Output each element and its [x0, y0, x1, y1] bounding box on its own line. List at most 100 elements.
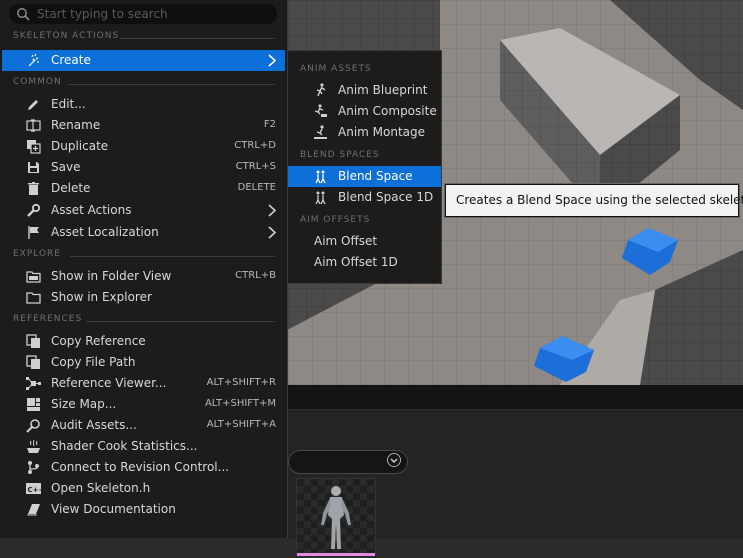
svg-text:C++: C++ [28, 486, 42, 494]
menu-item-duplicate[interactable]: Duplicate CTRL+D [2, 136, 285, 157]
section-header-explore: EXPLORE [13, 249, 61, 259]
create-icon [28, 53, 39, 67]
reference-viewer-icon [26, 377, 41, 390]
menu-item-label: Connect to Revision Control... [51, 460, 230, 474]
anim-composite-icon [314, 104, 327, 117]
shortcut-label: CTRL+B [235, 270, 276, 281]
search-icon [17, 8, 30, 21]
submenu-item-label: Blend Space [338, 169, 413, 183]
submenu-item-aim-offset-1d[interactable]: Aim Offset 1D [288, 252, 441, 273]
menu-item-label: Asset Actions [51, 203, 132, 217]
menu-item-label: Delete [51, 181, 91, 195]
asset-type-bar [297, 553, 375, 556]
search-input[interactable] [37, 5, 267, 23]
submenu-item-label: Anim Blueprint [338, 83, 428, 97]
flag-icon [28, 226, 39, 239]
section-header-common: COMMON [13, 77, 62, 87]
menu-item-label: Rename [51, 118, 101, 132]
menu-item-connect-revision-control[interactable]: Connect to Revision Control... [2, 457, 285, 478]
submenu-item-anim-blueprint[interactable]: Anim Blueprint [288, 80, 441, 101]
menu-item-show-in-explorer[interactable]: Show in Explorer [2, 287, 285, 308]
shortcut-label: ALT+SHIFT+A [206, 419, 276, 430]
anim-blueprint-icon [316, 83, 326, 97]
menu-item-edit[interactable]: Edit... [2, 94, 285, 115]
folder-icon [26, 271, 41, 283]
anim-montage-icon [314, 125, 327, 139]
asset-context-menu: SKELETON ACTIONS Create COMMON Edit... R… [0, 0, 288, 538]
shortcut-label: CTRL+S [235, 161, 276, 172]
shortcut-label: DELETE [237, 182, 276, 193]
trash-icon [28, 182, 39, 195]
menu-item-label: Size Map... [51, 397, 117, 411]
menu-item-asset-localization[interactable]: Asset Localization [2, 222, 285, 243]
submenu-item-blend-space-1d[interactable]: Blend Space 1D [288, 187, 441, 208]
blend-space-tooltip: Creates a Blend Space using the selected… [445, 184, 743, 217]
rename-icon [26, 119, 41, 132]
menu-item-label: Show in Folder View [51, 269, 172, 283]
section-divider [70, 256, 275, 257]
chevron-right-icon [268, 54, 277, 67]
menu-item-label: View Documentation [51, 502, 176, 516]
section-divider [86, 321, 275, 322]
submenu-item-anim-composite[interactable]: Anim Composite [288, 101, 441, 122]
create-submenu: ANIM ASSETS Anim Blueprint Anim Composit… [287, 50, 442, 284]
wrench-icon [27, 203, 41, 217]
menu-item-open-skeleton-h[interactable]: C++ Open Skeleton.h [2, 478, 285, 499]
duplicate-icon [27, 140, 41, 154]
section-divider [68, 84, 275, 85]
menu-item-label: Edit... [51, 97, 86, 111]
menu-item-delete[interactable]: Delete DELETE [2, 178, 285, 199]
menu-item-rename[interactable]: Rename F2 [2, 115, 285, 136]
section-divider [120, 38, 275, 39]
skeleton-asset-thumbnail[interactable] [296, 478, 376, 556]
menu-item-label: Reference Viewer... [51, 376, 167, 390]
submenu-item-label: Aim Offset [314, 234, 378, 248]
submenu-item-label: Blend Space 1D [338, 190, 434, 204]
save-icon [28, 162, 39, 173]
menu-item-label: Show in Explorer [51, 290, 152, 304]
revision-control-icon [28, 461, 39, 474]
menu-item-label: Asset Localization [51, 225, 159, 239]
menu-item-audit-assets[interactable]: Audit Assets... ALT+SHIFT+A [2, 415, 285, 436]
search-box[interactable] [9, 4, 277, 24]
menu-item-copy-file-path[interactable]: Copy File Path [2, 352, 285, 373]
shortcut-label: F2 [263, 119, 276, 130]
blend-space-1d-icon [315, 191, 326, 205]
menu-item-label: Open Skeleton.h [51, 481, 151, 495]
submenu-item-aim-offset[interactable]: Aim Offset [288, 231, 441, 252]
section-header-references: REFERENCES [13, 314, 83, 324]
menu-item-label: Audit Assets... [51, 418, 137, 432]
menu-item-save[interactable]: Save CTRL+S [2, 157, 285, 178]
section-header-blend-spaces: BLEND SPACES [300, 150, 380, 160]
submenu-item-label: Anim Montage [338, 125, 426, 139]
menu-item-reference-viewer[interactable]: Reference Viewer... ALT+SHIFT+R [2, 373, 285, 394]
menu-item-copy-reference[interactable]: Copy Reference [2, 331, 285, 352]
cpp-file-icon: C++ [26, 483, 42, 494]
menu-item-show-in-folder-view[interactable]: Show in Folder View CTRL+B [2, 266, 285, 287]
section-header-aim-offsets: AIM OFFSETS [300, 215, 371, 225]
chevron-right-icon [268, 204, 277, 217]
filter-dropdown[interactable] [288, 450, 408, 474]
submenu-item-label: Anim Composite [338, 104, 437, 118]
submenu-item-anim-montage[interactable]: Anim Montage [288, 122, 441, 143]
shortcut-label: ALT+SHIFT+R [206, 377, 276, 388]
menu-item-shader-cook-statistics[interactable]: Shader Cook Statistics... [2, 436, 285, 457]
audit-icon [26, 419, 40, 433]
menu-item-asset-actions[interactable]: Asset Actions [2, 200, 285, 221]
shader-icon [27, 439, 40, 453]
blend-space-icon [315, 170, 326, 184]
menu-item-label: Copy Reference [51, 334, 146, 348]
section-header-skeleton-actions: SKELETON ACTIONS [13, 31, 120, 41]
menu-item-view-documentation[interactable]: View Documentation [2, 499, 285, 520]
tooltip-text: Creates a Blend Space using the selected… [456, 193, 743, 207]
menu-item-label: Duplicate [51, 139, 109, 153]
book-icon [27, 504, 40, 516]
submenu-item-blend-space[interactable]: Blend Space [288, 166, 441, 187]
menu-item-create[interactable]: Create [2, 50, 285, 71]
menu-item-size-map[interactable]: Size Map... ALT+SHIFT+M [2, 394, 285, 415]
submenu-item-label: Aim Offset 1D [314, 255, 398, 269]
copy-icon [26, 355, 40, 369]
copy-icon [26, 334, 40, 348]
menu-item-label: Save [51, 160, 81, 174]
size-map-icon [27, 398, 40, 411]
